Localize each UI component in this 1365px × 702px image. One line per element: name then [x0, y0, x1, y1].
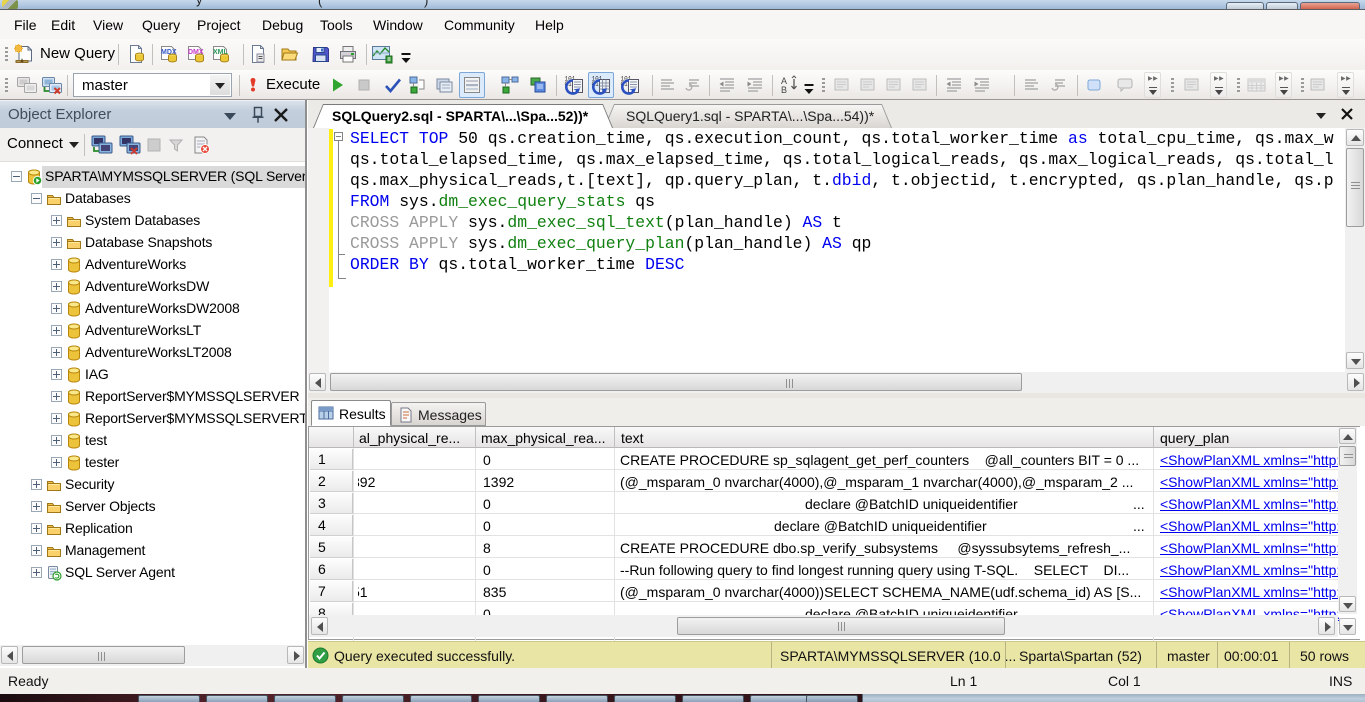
svg-text:B: B	[781, 85, 787, 95]
